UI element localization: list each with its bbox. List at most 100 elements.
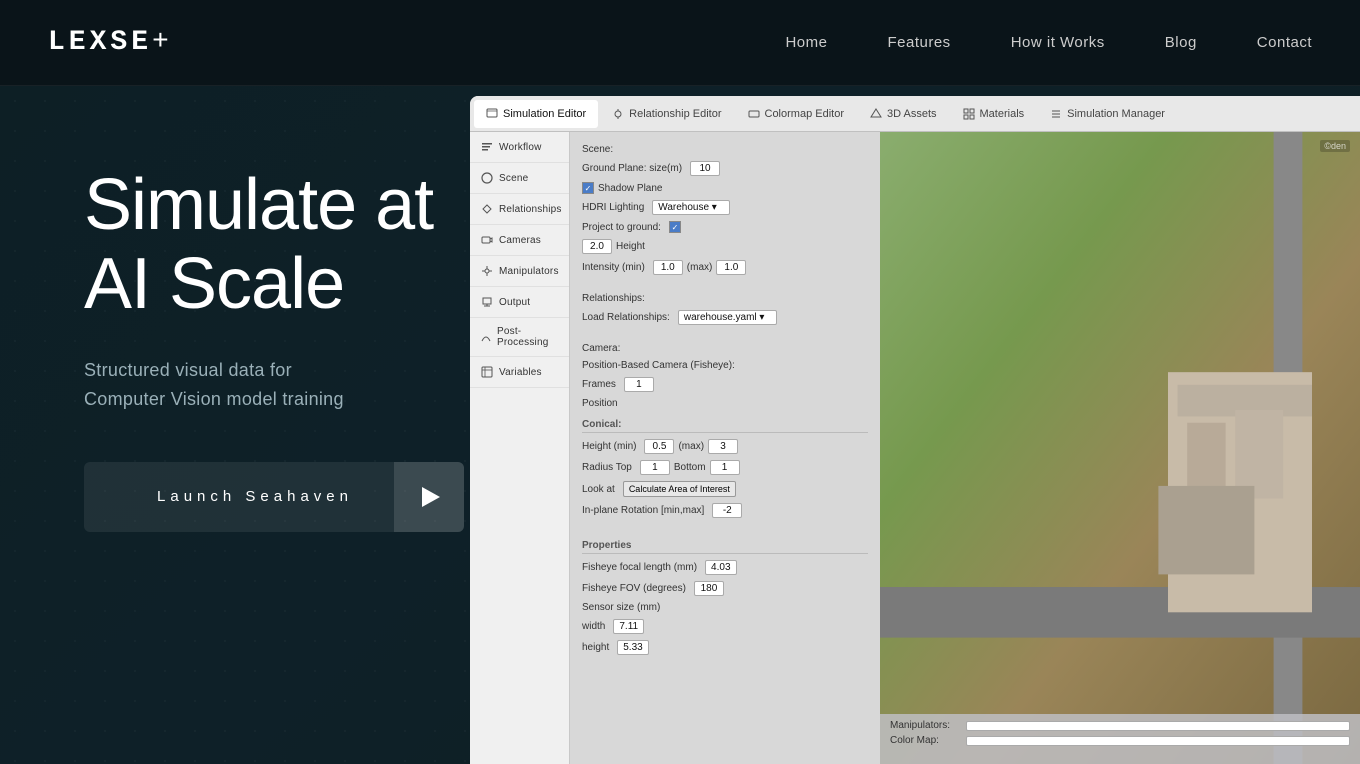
width-label: width <box>582 621 605 632</box>
camera-type-row: Position-Based Camera (Fisheye): <box>582 360 868 371</box>
height-row: 2.0 Height <box>582 239 868 254</box>
height-max-value[interactable]: 3 <box>708 439 738 454</box>
launch-button-label: Launch Seahaven <box>84 488 394 505</box>
properties-panel: Scene: Ground Plane: size(m) 10 Shadow P… <box>570 132 880 764</box>
height-max-label: (max) <box>678 441 704 452</box>
sidebar-item-cameras[interactable]: Cameras <box>470 225 569 256</box>
height2-label: height <box>582 642 609 653</box>
sidebar-relationships-label: Relationships <box>499 204 562 215</box>
width-row: width 7.11 <box>582 619 868 634</box>
tab-simulation-manager[interactable]: Simulation Manager <box>1038 100 1177 128</box>
sidebar-output-label: Output <box>499 297 530 308</box>
hero-section: Simulate at AI Scale Structured visual d… <box>0 86 1360 764</box>
load-rel-dropdown[interactable]: warehouse.yaml ▾ <box>678 310 778 325</box>
map-label: ©den <box>1320 140 1350 152</box>
viewport-content: ©den Manipulators: Color Map: <box>880 132 1360 764</box>
post-processing-icon <box>480 330 492 344</box>
focal-length-label: Fisheye focal length (mm) <box>582 562 697 573</box>
navigation: LEXSE+ Home Features How it Works Blog C… <box>0 0 1360 86</box>
rotation-label: In-plane Rotation [min,max] <box>582 505 704 516</box>
manipulators-icon <box>480 264 494 278</box>
editor-area: Workflow Scene <box>470 132 1360 764</box>
height-text: Height <box>616 241 645 252</box>
ui-panel: Simulation Editor Relationship Editor Co… <box>470 96 1360 764</box>
frames-value[interactable]: 1 <box>624 377 654 392</box>
shadow-plane-row: Shadow Plane <box>582 182 868 194</box>
height-min-value[interactable]: 0.5 <box>644 439 674 454</box>
hero-left: Simulate at AI Scale Structured visual d… <box>0 166 470 532</box>
height2-value[interactable]: 5.33 <box>617 640 648 655</box>
bottom-value[interactable]: 1 <box>710 460 740 475</box>
sidebar-item-relationships[interactable]: Relationships <box>470 194 569 225</box>
simulation-editor-icon <box>486 108 498 120</box>
nav-blog[interactable]: Blog <box>1165 34 1197 51</box>
intensity-max-value[interactable]: 1.0 <box>716 260 746 275</box>
shadow-plane-label: Shadow Plane <box>598 183 663 194</box>
rotation-value[interactable]: -2 <box>712 503 742 518</box>
sidebar-item-variables[interactable]: Variables <box>470 357 569 388</box>
colormap-label: Color Map: <box>890 735 960 746</box>
relationships-header-label: Relationships: <box>582 293 645 304</box>
colormap-editor-icon <box>748 108 760 120</box>
colormap-bar-bg <box>966 736 1350 746</box>
load-rel-label: Load Relationships: <box>582 312 670 323</box>
sidebar-variables-label: Variables <box>499 367 542 378</box>
intensity-row: Intensity (min) 1.0 (max) 1.0 <box>582 260 868 275</box>
play-button[interactable] <box>394 462 464 532</box>
focal-length-value[interactable]: 4.03 <box>705 560 736 575</box>
hdri-dropdown[interactable]: Warehouse ▾ <box>652 200 730 215</box>
logo[interactable]: LEXSE+ <box>48 27 173 58</box>
sidebar-cameras-label: Cameras <box>499 235 541 246</box>
sidebar: Workflow Scene <box>470 132 570 764</box>
calculate-area-button[interactable]: Calculate Area of Interest <box>623 481 736 497</box>
fov-row: Fisheye FOV (degrees) 180 <box>582 581 868 596</box>
sidebar-item-manipulators[interactable]: Manipulators <box>470 256 569 287</box>
manipulators-row: Manipulators: <box>890 720 1350 731</box>
launch-button[interactable]: Launch Seahaven <box>84 462 464 532</box>
focal-length-row: Fisheye focal length (mm) 4.03 <box>582 560 868 575</box>
position-row: Position <box>582 398 868 409</box>
play-icon <box>422 487 440 507</box>
ground-plane-row: Ground Plane: size(m) 10 <box>582 161 868 176</box>
conical-title: Conical: <box>582 419 868 433</box>
tab-3d-assets[interactable]: 3D Assets <box>858 100 949 128</box>
sidebar-item-output[interactable]: Output <box>470 287 569 318</box>
3d-assets-icon <box>870 108 882 120</box>
look-at-row: Look at Calculate Area of Interest <box>582 481 868 497</box>
height2-row: height 5.33 <box>582 640 868 655</box>
sidebar-item-workflow[interactable]: Workflow <box>470 132 569 163</box>
nav-how-it-works[interactable]: How it Works <box>1011 34 1105 51</box>
nav-home[interactable]: Home <box>785 34 827 51</box>
relationships-header-row: Relationships: <box>582 293 868 304</box>
aerial-map-svg <box>880 132 1360 764</box>
radius-top-value[interactable]: 1 <box>640 460 670 475</box>
frames-label: Frames <box>582 379 616 390</box>
sidebar-item-post-processing[interactable]: Post-Processing <box>470 318 569 357</box>
scene-row: Scene: <box>582 144 868 155</box>
tab-materials[interactable]: Materials <box>951 100 1037 128</box>
output-icon <box>480 295 494 309</box>
tab-relationship-editor[interactable]: Relationship Editor <box>600 100 733 128</box>
sidebar-item-scene[interactable]: Scene <box>470 163 569 194</box>
variables-icon <box>480 365 494 379</box>
height-value[interactable]: 2.0 <box>582 239 612 254</box>
project-ground-checkbox[interactable] <box>669 221 681 233</box>
sidebar-workflow-label: Workflow <box>499 142 542 153</box>
hdri-row: HDRI Lighting Warehouse ▾ <box>582 200 868 215</box>
tab-simulation-editor[interactable]: Simulation Editor <box>474 100 598 128</box>
tab-colormap-editor[interactable]: Colormap Editor <box>736 100 856 128</box>
width-value[interactable]: 7.11 <box>613 619 644 634</box>
simulation-manager-icon <box>1050 108 1062 120</box>
intensity-min-value[interactable]: 1.0 <box>653 260 683 275</box>
hero-subtitle: Structured visual data for Computer Visi… <box>84 356 470 414</box>
fov-value[interactable]: 180 <box>694 581 724 596</box>
nav-contact[interactable]: Contact <box>1257 34 1312 51</box>
sidebar-post-processing-label: Post-Processing <box>497 326 559 348</box>
ground-plane-label: Ground Plane: size(m) <box>582 163 682 174</box>
frames-row: Frames 1 <box>582 377 868 392</box>
nav-features[interactable]: Features <box>887 34 950 51</box>
load-rel-row: Load Relationships: warehouse.yaml ▾ <box>582 310 868 325</box>
ground-plane-value[interactable]: 10 <box>690 161 720 176</box>
shadow-plane-checkbox[interactable] <box>582 182 594 194</box>
scene-label: Scene: <box>582 144 642 155</box>
